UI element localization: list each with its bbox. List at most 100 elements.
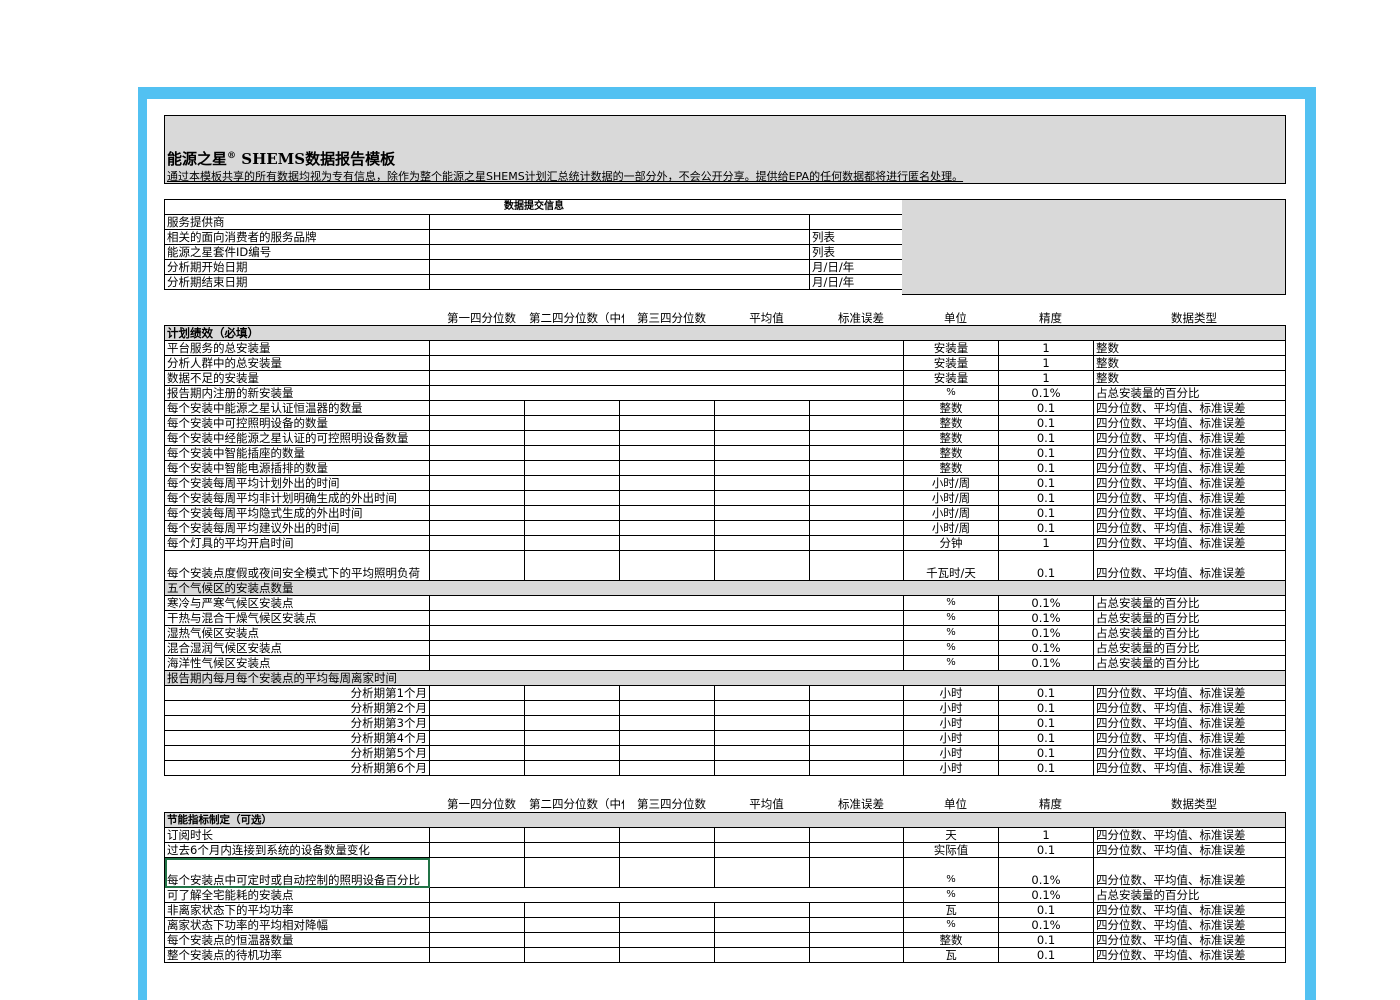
value-input-cell[interactable]	[619, 550, 715, 581]
value-input-cell[interactable]	[714, 415, 810, 431]
value-input-cell[interactable]	[429, 340, 904, 356]
value-input-cell[interactable]	[429, 730, 525, 746]
value-input-cell[interactable]	[524, 430, 620, 446]
value-input-cell[interactable]	[714, 730, 810, 746]
value-input-cell[interactable]	[809, 760, 904, 776]
value-input-cell[interactable]	[809, 505, 904, 521]
value-input-cell[interactable]	[619, 685, 715, 701]
value-input-cell[interactable]	[524, 842, 620, 858]
value-input-cell[interactable]	[429, 700, 525, 716]
value-input-cell[interactable]	[619, 932, 715, 948]
value-input-cell[interactable]	[429, 355, 904, 371]
value-input-cell[interactable]	[429, 400, 525, 416]
value-input-cell[interactable]	[714, 857, 810, 888]
value-input-cell[interactable]	[809, 685, 904, 701]
value-input-cell[interactable]	[524, 917, 620, 933]
value-input-cell[interactable]	[429, 887, 904, 903]
value-input-cell[interactable]	[524, 415, 620, 431]
value-input-cell[interactable]	[619, 505, 715, 521]
value-input-cell[interactable]	[524, 460, 620, 476]
value-input-cell[interactable]	[524, 400, 620, 416]
value-input-cell[interactable]	[429, 415, 525, 431]
value-input-cell[interactable]	[809, 400, 904, 416]
value-input-cell[interactable]	[429, 655, 904, 671]
value-input-cell[interactable]	[714, 490, 810, 506]
submission-value-cell[interactable]	[429, 229, 810, 245]
value-input-cell[interactable]	[524, 685, 620, 701]
value-input-cell[interactable]	[429, 685, 525, 701]
value-input-cell[interactable]	[429, 760, 525, 776]
value-input-cell[interactable]	[429, 550, 525, 581]
value-input-cell[interactable]	[429, 640, 904, 656]
value-input-cell[interactable]	[714, 715, 810, 731]
submission-value-cell[interactable]	[429, 259, 810, 275]
value-input-cell[interactable]	[524, 490, 620, 506]
value-input-cell[interactable]	[619, 415, 715, 431]
value-input-cell[interactable]	[619, 700, 715, 716]
submission-value-cell[interactable]	[429, 244, 810, 260]
value-input-cell[interactable]	[714, 505, 810, 521]
value-input-cell[interactable]	[429, 535, 525, 551]
value-input-cell[interactable]	[619, 460, 715, 476]
value-input-cell[interactable]	[429, 917, 525, 933]
value-input-cell[interactable]	[809, 445, 904, 461]
value-input-cell[interactable]	[524, 520, 620, 536]
value-input-cell[interactable]	[714, 947, 810, 963]
value-input-cell[interactable]	[619, 760, 715, 776]
value-input-cell[interactable]	[619, 917, 715, 933]
value-input-cell[interactable]	[619, 947, 715, 963]
value-input-cell[interactable]	[714, 430, 810, 446]
value-input-cell[interactable]	[619, 902, 715, 918]
value-input-cell[interactable]	[714, 917, 810, 933]
value-input-cell[interactable]	[429, 370, 904, 386]
value-input-cell[interactable]	[809, 490, 904, 506]
value-input-cell[interactable]	[429, 857, 525, 888]
value-input-cell[interactable]	[619, 445, 715, 461]
value-input-cell[interactable]	[619, 857, 715, 888]
value-input-cell[interactable]	[429, 505, 525, 521]
value-input-cell[interactable]	[429, 460, 525, 476]
value-input-cell[interactable]	[619, 535, 715, 551]
value-input-cell[interactable]	[619, 730, 715, 746]
value-input-cell[interactable]	[524, 947, 620, 963]
value-input-cell[interactable]	[524, 760, 620, 776]
value-input-cell[interactable]	[524, 902, 620, 918]
value-input-cell[interactable]	[809, 932, 904, 948]
value-input-cell[interactable]	[809, 415, 904, 431]
value-input-cell[interactable]	[429, 430, 525, 446]
value-input-cell[interactable]	[429, 445, 525, 461]
value-input-cell[interactable]	[619, 827, 715, 843]
value-input-cell[interactable]	[429, 595, 904, 611]
value-input-cell[interactable]	[619, 430, 715, 446]
value-input-cell[interactable]	[619, 520, 715, 536]
value-input-cell[interactable]	[809, 460, 904, 476]
value-input-cell[interactable]	[809, 730, 904, 746]
value-input-cell[interactable]	[619, 400, 715, 416]
value-input-cell[interactable]	[429, 475, 525, 491]
value-input-cell[interactable]	[714, 520, 810, 536]
value-input-cell[interactable]	[714, 685, 810, 701]
value-input-cell[interactable]	[714, 760, 810, 776]
value-input-cell[interactable]	[619, 745, 715, 761]
value-input-cell[interactable]	[429, 625, 904, 641]
value-input-cell[interactable]	[714, 550, 810, 581]
value-input-cell[interactable]	[524, 857, 620, 888]
value-input-cell[interactable]	[809, 745, 904, 761]
value-input-cell[interactable]	[429, 385, 904, 401]
value-input-cell[interactable]	[429, 902, 525, 918]
submission-value-cell[interactable]	[429, 274, 810, 290]
value-input-cell[interactable]	[809, 475, 904, 491]
value-input-cell[interactable]	[524, 827, 620, 843]
value-input-cell[interactable]	[809, 535, 904, 551]
value-input-cell[interactable]	[714, 535, 810, 551]
value-input-cell[interactable]	[429, 610, 904, 626]
value-input-cell[interactable]	[809, 857, 904, 888]
value-input-cell[interactable]	[714, 400, 810, 416]
value-input-cell[interactable]	[809, 947, 904, 963]
value-input-cell[interactable]	[429, 827, 525, 843]
value-input-cell[interactable]	[524, 715, 620, 731]
value-input-cell[interactable]	[714, 902, 810, 918]
value-input-cell[interactable]	[714, 932, 810, 948]
value-input-cell[interactable]	[524, 700, 620, 716]
value-input-cell[interactable]	[429, 947, 525, 963]
